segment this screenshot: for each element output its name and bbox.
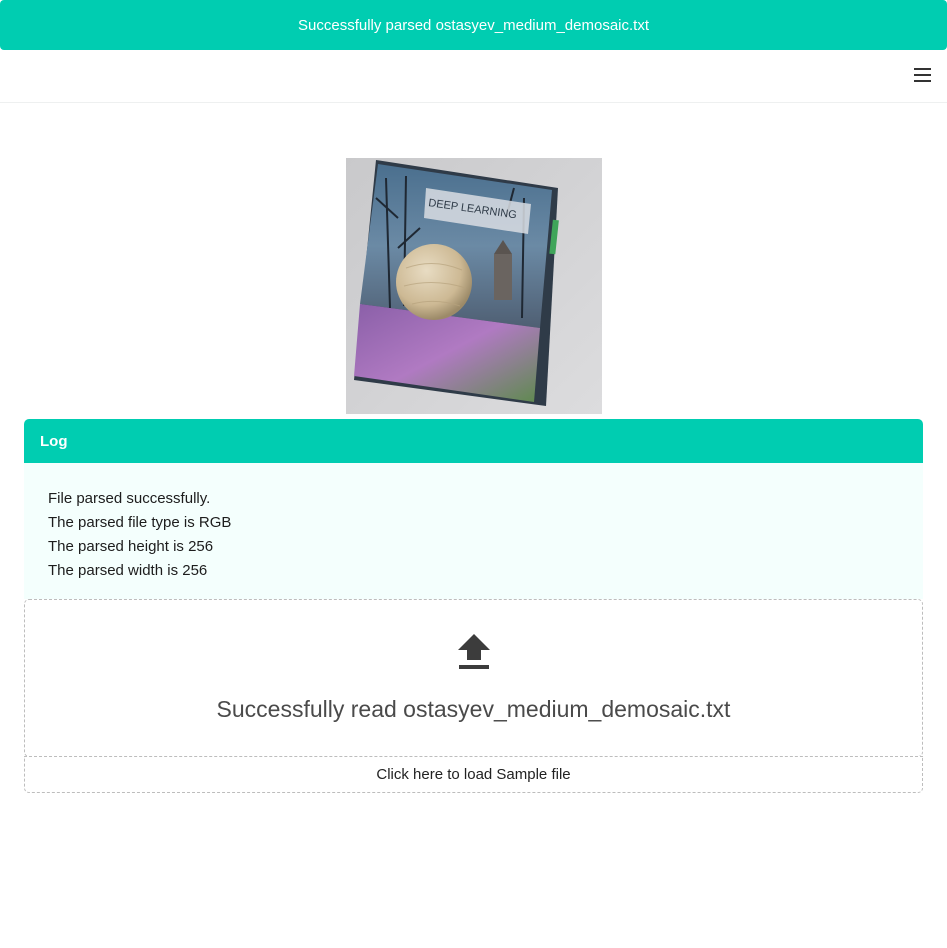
parsed-image-preview: DEEP LEARNING bbox=[346, 158, 602, 414]
log-header: Log bbox=[24, 419, 923, 463]
log-title: Log bbox=[40, 432, 68, 450]
book-cover: DEEP LEARNING bbox=[354, 160, 559, 406]
navbar bbox=[0, 50, 947, 103]
log-line: The parsed file type is RGB bbox=[48, 514, 232, 531]
log-line: File parsed successfully. bbox=[48, 490, 211, 507]
dropzone-message: Successfully read ostasyev_medium_demosa… bbox=[216, 696, 731, 722]
file-dropzone[interactable]: Successfully read ostasyev_medium_demosa… bbox=[24, 599, 923, 757]
log-body: File parsed successfully. The parsed fil… bbox=[24, 463, 923, 599]
upload-icon bbox=[458, 634, 490, 669]
success-toast: Successfully parsed ostasyev_medium_demo… bbox=[0, 0, 947, 50]
toast-message: Successfully parsed ostasyev_medium_demo… bbox=[298, 16, 649, 34]
log-card: Log File parsed successfully. The parsed… bbox=[24, 419, 923, 599]
log-line: The parsed height is 256 bbox=[48, 538, 214, 555]
load-sample-label: Click here to load Sample file bbox=[376, 766, 571, 783]
hamburger-menu-icon[interactable] bbox=[914, 68, 931, 82]
log-line: The parsed width is 256 bbox=[48, 562, 208, 579]
load-sample-button[interactable]: Click here to load Sample file bbox=[24, 756, 923, 793]
